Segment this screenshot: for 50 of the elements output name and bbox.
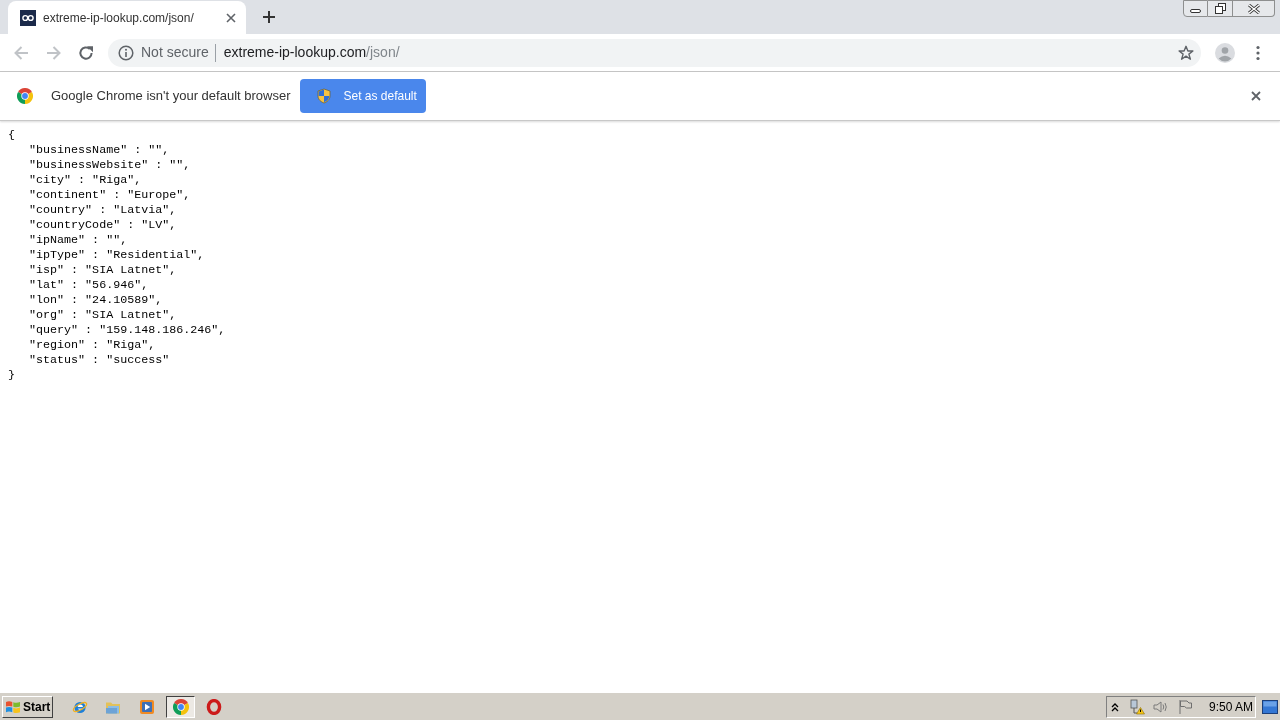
close-icon[interactable]: [226, 12, 236, 23]
network-warning-icon[interactable]: [1129, 698, 1145, 715]
json-line: "city" : "Riga",: [29, 173, 142, 188]
json-line: "org" : "SIA Latnet",: [29, 308, 177, 323]
url-text: extreme-ip-lookup.com/json/: [223, 43, 400, 62]
show-desktop-icon[interactable]: [1262, 699, 1278, 714]
browser-logo-icon: [17, 88, 33, 104]
json-line: "businessWebsite" : "",: [29, 158, 191, 173]
close-icon[interactable]: [1251, 91, 1261, 101]
json-line: "isp" : "SIA Latnet",: [29, 263, 177, 278]
taskbar-app-button[interactable]: [166, 695, 195, 718]
json-brace: {: [8, 128, 15, 143]
star-icon[interactable]: [1178, 44, 1194, 61]
security-label: Not secure: [141, 43, 209, 62]
minimize-button[interactable]: [1183, 0, 1208, 17]
chevron-up-icon[interactable]: [1111, 701, 1119, 712]
menu-icon[interactable]: [1256, 44, 1260, 61]
infobar-message: Google Chrome isn't your default browser: [51, 87, 291, 106]
info-icon[interactable]: [118, 44, 134, 61]
address-bar[interactable]: Not secure extreme-ip-lookup.com/json/: [108, 38, 1201, 67]
json-line: "status" : "success": [29, 353, 170, 368]
json-line: "region" : "Riga",: [29, 338, 156, 353]
infinity-logo-icon: [20, 9, 36, 26]
json-line: "query" : "159.148.186.246",: [29, 323, 226, 338]
browser-tab[interactable]: extreme-ip-lookup.com/json/: [8, 1, 246, 34]
minimize-icon: [1190, 9, 1201, 13]
shield-icon: [316, 88, 333, 104]
json-line: "country" : "Latvia",: [29, 203, 177, 218]
plus-icon[interactable]: [263, 11, 275, 23]
browser-logo-icon: [172, 698, 189, 715]
json-line: "lat" : "56.946",: [29, 278, 149, 293]
restore-button[interactable]: [1208, 0, 1233, 17]
start-button[interactable]: Start: [2, 695, 53, 718]
restore-icon: [1214, 3, 1226, 14]
json-line: "ipName" : "",: [29, 233, 128, 248]
clock-time: 9:50 AM: [1209, 698, 1254, 716]
window-close-button[interactable]: [1233, 0, 1275, 17]
close-icon: [1247, 3, 1260, 14]
json-brace: }: [8, 368, 15, 383]
json-line: "businessName" : "",: [29, 143, 170, 158]
set-default-button[interactable]: Set as default: [300, 79, 427, 113]
json-line: "continent" : "Europe",: [29, 188, 191, 203]
json-line: "countryCode" : "LV",: [29, 218, 177, 233]
ring-logo-icon[interactable]: [206, 698, 222, 715]
flag-logo-icon: [5, 698, 21, 715]
flag-icon[interactable]: [1177, 698, 1193, 715]
play-icon[interactable]: [139, 698, 155, 715]
reload-icon[interactable]: [78, 44, 94, 61]
json-line: "ipType" : "Residential",: [29, 248, 205, 263]
json-line: "lon" : "24.10589",: [29, 293, 163, 308]
